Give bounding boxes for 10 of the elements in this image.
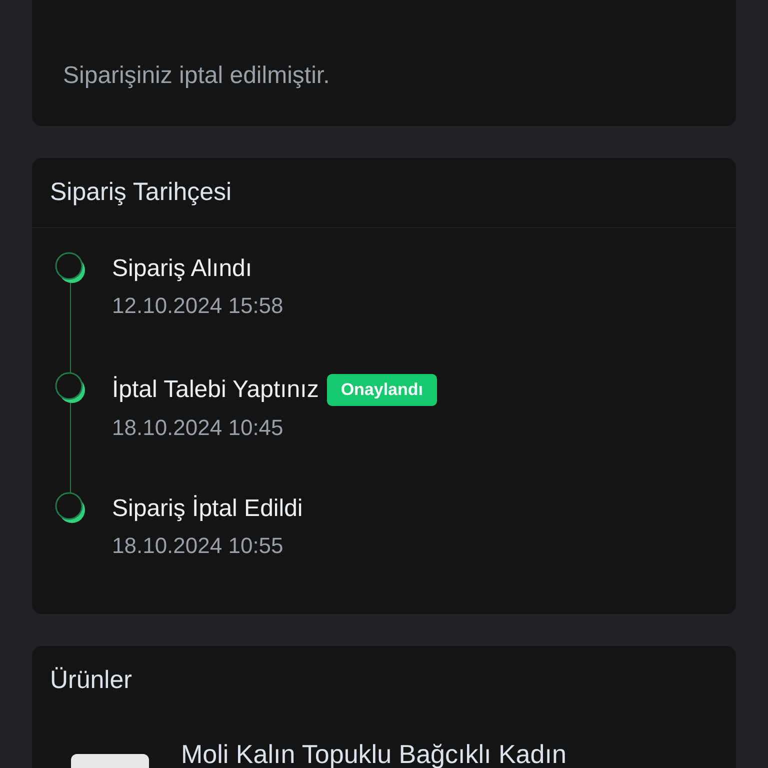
event-title: Sipariş Alındı: [112, 254, 252, 284]
event-date: 18.10.2024 10:45: [112, 414, 284, 442]
cancel-message: Siparişiniz iptal edilmiştir.: [63, 61, 331, 91]
event-date: 18.10.2024 10:55: [112, 532, 284, 560]
status-badge: Onaylandı: [326, 374, 437, 406]
event-date: 12.10.2024 15:58: [112, 292, 284, 320]
event-title: İptal Talebi Yaptınız: [112, 375, 319, 405]
section-title: Ürünler: [50, 665, 132, 696]
section-title: Sipariş Tarihçesi: [50, 176, 232, 208]
event-title: Sipariş İptal Edildi: [112, 494, 303, 524]
